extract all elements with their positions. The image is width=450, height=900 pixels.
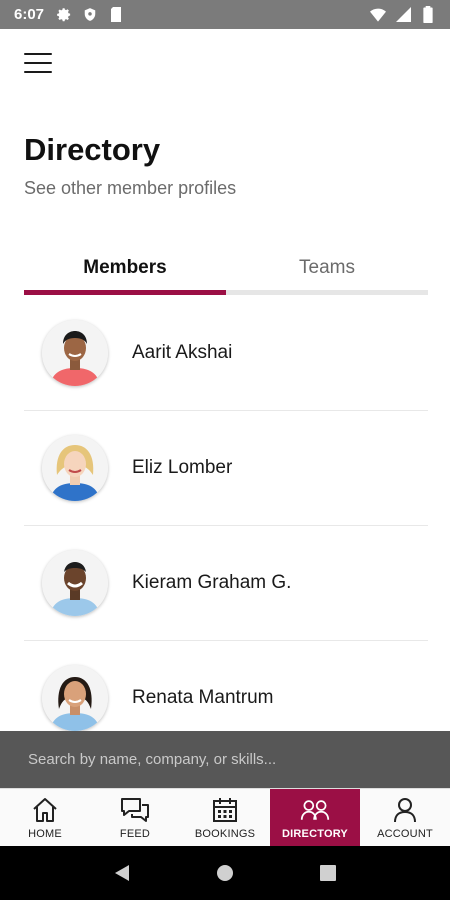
member-name: Eliz Lomber <box>132 457 233 478</box>
recents-icon[interactable] <box>316 861 340 885</box>
sd-card-icon <box>108 7 124 23</box>
chat-bubbles-icon <box>120 796 150 824</box>
person-avatar <box>42 320 108 386</box>
nav-directory[interactable]: DIRECTORY <box>270 789 360 846</box>
page-title: Directory <box>24 132 161 167</box>
member-row[interactable]: Kieram Graham G. <box>24 526 428 641</box>
tab-members[interactable]: Members <box>24 248 226 296</box>
page-subtitle: See other member profiles <box>24 178 237 198</box>
nav-bookings[interactable]: BOOKINGS <box>180 789 270 846</box>
tab-teams[interactable]: Teams <box>226 248 428 296</box>
search-input[interactable] <box>28 751 408 768</box>
nav-label: FEED <box>119 827 151 840</box>
nav-home[interactable]: HOME <box>0 789 90 846</box>
person-icon <box>390 796 420 824</box>
member-name: Renata Mantrum <box>132 687 274 708</box>
member-row[interactable]: Aarit Akshai <box>24 296 428 411</box>
home-icon <box>30 796 60 824</box>
search-bar <box>0 731 450 788</box>
nav-label: HOME <box>28 827 62 840</box>
calendar-icon <box>210 796 240 824</box>
tab-bar: Members Teams <box>24 248 428 296</box>
wifi-icon <box>370 7 386 23</box>
hamburger-menu-icon[interactable] <box>24 50 52 76</box>
nav-feed[interactable]: FEED <box>90 789 180 846</box>
home-circle-icon[interactable] <box>213 861 237 885</box>
battery-icon <box>420 6 436 23</box>
gear-icon <box>56 7 72 23</box>
member-list: Aarit Akshai Eliz Lomber Kieram Graham G… <box>24 296 428 756</box>
nav-label: ACCOUNT <box>377 827 433 840</box>
nav-label: DIRECTORY <box>282 827 348 840</box>
people-icon <box>300 796 330 824</box>
signal-icon <box>395 7 411 23</box>
person-avatar <box>42 435 108 501</box>
status-icons-left <box>56 7 124 23</box>
back-icon[interactable] <box>110 861 134 885</box>
shield-icon <box>82 7 98 23</box>
tab-active-indicator <box>24 290 226 295</box>
person-avatar <box>42 665 108 731</box>
status-time: 6:07 <box>14 6 45 23</box>
nav-account[interactable]: ACCOUNT <box>360 789 450 846</box>
menu-line <box>24 71 52 73</box>
member-name: Kieram Graham G. <box>132 572 292 593</box>
status-icons-right <box>370 6 436 23</box>
member-name: Aarit Akshai <box>132 342 233 363</box>
menu-line <box>24 53 52 55</box>
system-nav-bar <box>0 846 450 900</box>
person-avatar <box>42 550 108 616</box>
member-row[interactable]: Eliz Lomber <box>24 411 428 526</box>
status-bar: 6:07 <box>0 0 450 29</box>
menu-line <box>24 62 52 64</box>
bottom-nav: HOME FEED BOOKINGS DIRECTORY ACCOUNT <box>0 788 450 846</box>
nav-label: BOOKINGS <box>194 827 256 840</box>
